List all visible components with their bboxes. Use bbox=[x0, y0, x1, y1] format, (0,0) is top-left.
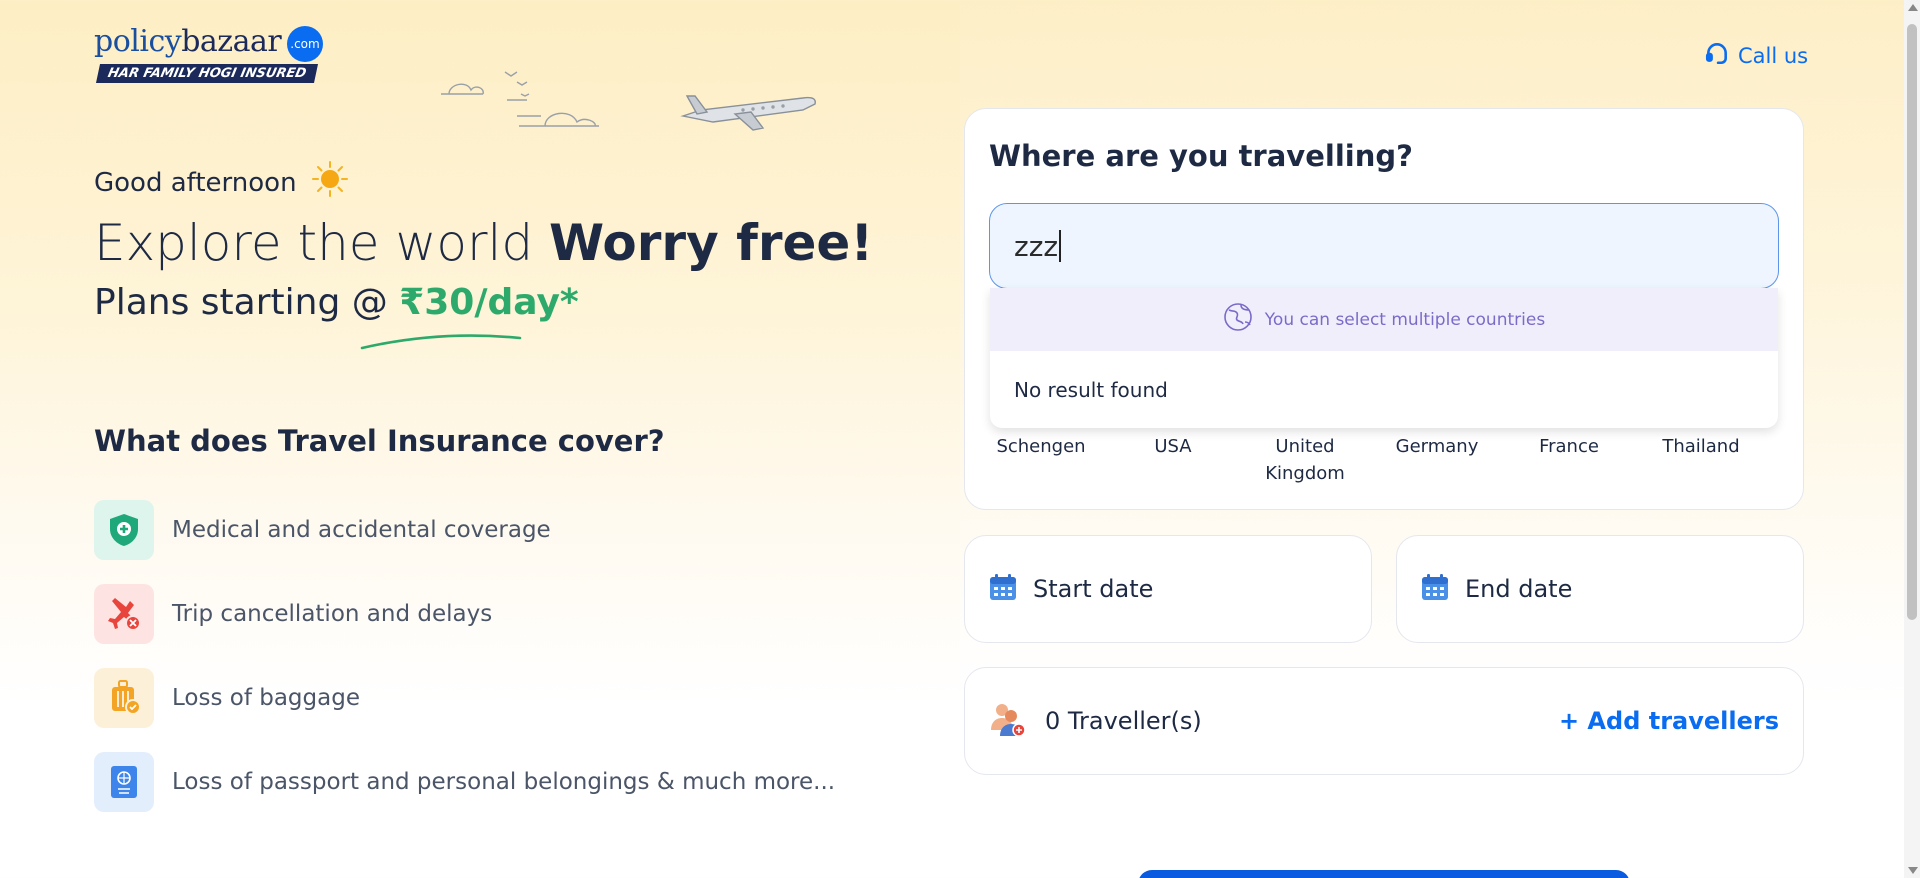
no-result-message: No result found bbox=[1014, 377, 1168, 402]
travellers-count: 0 Traveller(s) bbox=[1045, 707, 1202, 735]
country-option[interactable]: Thailand bbox=[1635, 433, 1767, 487]
logo-tagline: HAR FAMILY HOGI INSURED bbox=[95, 64, 319, 83]
hero-headline: Explore the world Worry free! bbox=[94, 214, 874, 272]
country-option[interactable]: Germany bbox=[1371, 433, 1503, 487]
coverage-item-label: Loss of passport and personal belongings… bbox=[172, 769, 836, 795]
view-plans-button[interactable] bbox=[1138, 870, 1630, 878]
travellers-field[interactable]: 0 Traveller(s) + Add travellers bbox=[964, 667, 1804, 775]
text-caret bbox=[1059, 230, 1062, 262]
baggage-icon bbox=[94, 668, 154, 728]
start-date-label: Start date bbox=[1033, 575, 1154, 603]
destination-title: Where are you travelling? bbox=[989, 139, 1413, 173]
headset-icon bbox=[1704, 40, 1730, 71]
globe-icon bbox=[1223, 302, 1253, 337]
brand-logo[interactable]: policybazaar .com HAR FAMILY HOGI INSURE… bbox=[94, 24, 334, 88]
coverage-item-label: Trip cancellation and delays bbox=[172, 601, 493, 627]
scroll-thumb[interactable] bbox=[1907, 24, 1917, 620]
call-us-label: Call us bbox=[1738, 43, 1809, 68]
greeting: Good afternoon bbox=[94, 160, 349, 205]
passport-icon bbox=[94, 752, 154, 812]
country-option[interactable]: Schengen bbox=[975, 433, 1107, 487]
medical-shield-icon bbox=[94, 500, 154, 560]
page-scrollbar[interactable] bbox=[1904, 0, 1920, 878]
coverage-title: What does Travel Insurance cover? bbox=[94, 424, 665, 458]
travellers-icon bbox=[989, 700, 1027, 742]
destination-search-input[interactable]: zzz bbox=[989, 203, 1779, 289]
country-option[interactable]: France bbox=[1503, 433, 1635, 487]
coverage-item: Loss of passport and personal belongings… bbox=[94, 752, 835, 812]
coverage-item: Loss of baggage bbox=[94, 668, 835, 728]
coverage-item: Medical and accidental coverage bbox=[94, 500, 835, 560]
logo-wordmark: policybazaar bbox=[94, 24, 282, 59]
clouds-plane-illustration bbox=[435, 66, 825, 160]
calendar-icon bbox=[989, 573, 1017, 605]
country-option[interactable]: USA bbox=[1107, 433, 1239, 487]
destination-input-value: zzz bbox=[1014, 229, 1059, 263]
greeting-text: Good afternoon bbox=[94, 167, 297, 198]
end-date-field[interactable]: End date bbox=[1396, 535, 1804, 643]
multi-select-hint-text: You can select multiple countries bbox=[1264, 309, 1546, 330]
scroll-up-arrow-icon[interactable] bbox=[1908, 4, 1918, 11]
coverage-item-label: Loss of baggage bbox=[172, 685, 360, 711]
coverage-list: Medical and accidental coverage Trip can… bbox=[94, 500, 835, 836]
calendar-icon bbox=[1421, 573, 1449, 605]
multi-select-hint: You can select multiple countries bbox=[990, 288, 1778, 351]
country-option[interactable]: United Kingdom bbox=[1239, 433, 1371, 487]
destination-dropdown: You can select multiple countries No res… bbox=[990, 288, 1778, 428]
sun-icon bbox=[311, 160, 349, 205]
end-date-label: End date bbox=[1465, 575, 1573, 603]
start-date-field[interactable]: Start date bbox=[964, 535, 1372, 643]
add-travellers-button[interactable]: + Add travellers bbox=[1559, 707, 1779, 735]
price-underline bbox=[360, 328, 522, 356]
coverage-item: Trip cancellation and delays bbox=[94, 584, 835, 644]
cancelled-flight-icon bbox=[94, 584, 154, 644]
plans-starting: Plans starting @ ₹30/day* bbox=[94, 282, 579, 323]
coverage-item-label: Medical and accidental coverage bbox=[172, 517, 551, 543]
popular-countries: Schengen USA United Kingdom Germany Fran… bbox=[975, 433, 1795, 487]
scroll-down-arrow-icon[interactable] bbox=[1908, 867, 1918, 874]
call-us-link[interactable]: Call us bbox=[1704, 40, 1808, 71]
logo-com-badge: .com bbox=[287, 26, 323, 62]
plans-price: ₹30/day* bbox=[399, 282, 579, 323]
